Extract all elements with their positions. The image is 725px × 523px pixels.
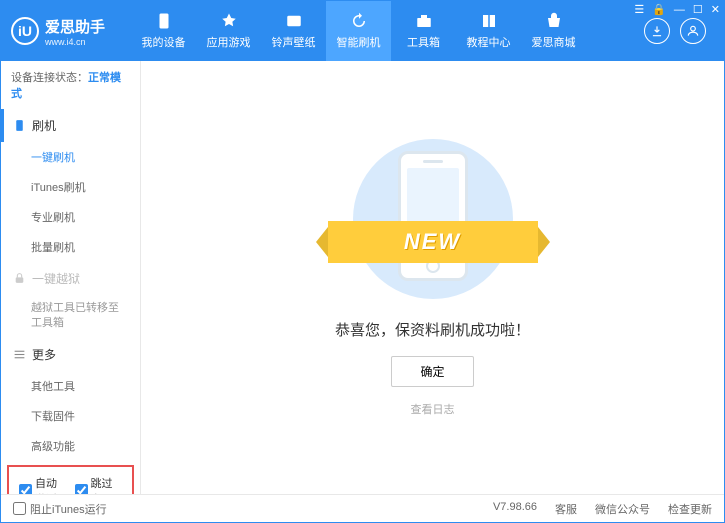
block-itunes-checkbox[interactable]: 阻止iTunes运行 bbox=[13, 501, 107, 517]
sidebar: 设备连接状态：正常模式 刷机 一键刷机 iTunes刷机 专业刷机 批量刷机 一… bbox=[1, 61, 141, 494]
nav-label: 我的设备 bbox=[142, 34, 186, 50]
auto-activate-checkbox[interactable]: 自动激活 bbox=[19, 475, 67, 494]
group-label: 一键越狱 bbox=[32, 270, 80, 287]
logo-badge-icon: iU bbox=[11, 17, 39, 45]
sidebar-item-batch-flash[interactable]: 批量刷机 bbox=[1, 232, 140, 262]
window-controls: ☰ 🔒 — ☐ ✕ bbox=[634, 3, 720, 16]
nav-toolbox[interactable]: 工具箱 bbox=[391, 1, 456, 61]
nav-label: 智能刷机 bbox=[337, 34, 381, 50]
download-icon bbox=[650, 24, 664, 38]
wechat-link[interactable]: 微信公众号 bbox=[595, 501, 650, 517]
checkbox-label: 自动激活 bbox=[35, 475, 67, 494]
nav-label: 铃声壁纸 bbox=[272, 34, 316, 50]
auto-activate-input[interactable] bbox=[19, 484, 32, 494]
skip-guide-checkbox[interactable]: 跳过向导 bbox=[75, 475, 123, 494]
connection-status: 设备连接状态：正常模式 bbox=[1, 61, 140, 109]
phone-icon bbox=[13, 119, 26, 132]
group-label: 更多 bbox=[32, 346, 56, 363]
ribbon-text: NEW bbox=[404, 229, 461, 255]
group-label: 刷机 bbox=[32, 117, 56, 134]
download-button[interactable] bbox=[644, 18, 670, 44]
sidebar-item-download-firmware[interactable]: 下载固件 bbox=[1, 401, 140, 431]
app-window: ☰ 🔒 — ☐ ✕ iU 爱思助手 www.i4.cn 我的设备 应用游戏 铃 bbox=[0, 0, 725, 523]
sidebar-group-flash[interactable]: 刷机 bbox=[1, 109, 140, 142]
apps-icon bbox=[220, 12, 238, 30]
flash-sublist: 一键刷机 iTunes刷机 专业刷机 批量刷机 bbox=[1, 142, 140, 262]
sidebar-item-oneclick-flash[interactable]: 一键刷机 bbox=[1, 142, 140, 172]
checkbox-label: 阻止iTunes运行 bbox=[30, 501, 107, 517]
view-log-link[interactable]: 查看日志 bbox=[411, 401, 455, 417]
titlebar: iU 爱思助手 www.i4.cn 我的设备 应用游戏 铃声壁纸 智能刷机 bbox=[1, 1, 724, 61]
toolbox-icon bbox=[415, 12, 433, 30]
success-illustration: NEW bbox=[333, 139, 533, 299]
sidebar-item-advanced[interactable]: 高级功能 bbox=[1, 431, 140, 461]
nav-my-device[interactable]: 我的设备 bbox=[131, 1, 196, 61]
minimize-button[interactable]: — bbox=[674, 4, 685, 16]
sidebar-item-pro-flash[interactable]: 专业刷机 bbox=[1, 202, 140, 232]
top-nav: 我的设备 应用游戏 铃声壁纸 智能刷机 工具箱 教程中心 bbox=[131, 1, 644, 61]
version-label: V7.98.66 bbox=[493, 501, 537, 517]
nav-store[interactable]: 爱思商城 bbox=[521, 1, 586, 61]
options-highlight-box: 自动激活 跳过向导 bbox=[7, 465, 134, 494]
header-actions bbox=[644, 18, 706, 44]
block-itunes-input[interactable] bbox=[13, 502, 26, 515]
customer-service-link[interactable]: 客服 bbox=[555, 501, 577, 517]
sidebar-item-other-tools[interactable]: 其他工具 bbox=[1, 371, 140, 401]
sidebar-item-itunes-flash[interactable]: iTunes刷机 bbox=[1, 172, 140, 202]
lock-icon bbox=[13, 272, 26, 285]
lock-icon[interactable]: 🔒 bbox=[652, 3, 666, 16]
skip-guide-input[interactable] bbox=[75, 484, 88, 494]
checkbox-label: 跳过向导 bbox=[91, 475, 123, 494]
more-icon bbox=[13, 348, 26, 361]
new-ribbon: NEW bbox=[328, 221, 538, 263]
main-content: NEW 恭喜您，保资料刷机成功啦！ 确定 查看日志 bbox=[141, 61, 724, 494]
sidebar-group-jailbreak[interactable]: 一键越狱 bbox=[1, 262, 140, 295]
success-message: 恭喜您，保资料刷机成功啦！ bbox=[335, 319, 530, 340]
app-logo: iU 爱思助手 www.i4.cn bbox=[11, 16, 131, 47]
app-url: www.i4.cn bbox=[45, 37, 105, 47]
nav-smart-flash[interactable]: 智能刷机 bbox=[326, 1, 391, 61]
user-icon bbox=[686, 24, 700, 38]
nav-label: 应用游戏 bbox=[207, 34, 251, 50]
nav-apps-games[interactable]: 应用游戏 bbox=[196, 1, 261, 61]
maximize-button[interactable]: ☐ bbox=[693, 3, 703, 16]
sidebar-group-more[interactable]: 更多 bbox=[1, 338, 140, 371]
device-icon bbox=[155, 12, 173, 30]
more-sublist: 其他工具 下载固件 高级功能 bbox=[1, 371, 140, 461]
wallpaper-icon bbox=[285, 12, 303, 30]
book-icon bbox=[480, 12, 498, 30]
menu-icon[interactable]: ☰ bbox=[634, 3, 644, 16]
close-button[interactable]: ✕ bbox=[711, 3, 720, 16]
content-body: 设备连接状态：正常模式 刷机 一键刷机 iTunes刷机 专业刷机 批量刷机 一… bbox=[1, 61, 724, 494]
refresh-icon bbox=[350, 12, 368, 30]
footer: 阻止iTunes运行 V7.98.66 客服 微信公众号 检查更新 bbox=[1, 494, 724, 522]
nav-label: 教程中心 bbox=[467, 34, 511, 50]
check-update-link[interactable]: 检查更新 bbox=[668, 501, 712, 517]
jailbreak-note: 越狱工具已转移至工具箱 bbox=[1, 295, 140, 338]
nav-tutorials[interactable]: 教程中心 bbox=[456, 1, 521, 61]
nav-ringtones[interactable]: 铃声壁纸 bbox=[261, 1, 326, 61]
app-title: 爱思助手 bbox=[45, 16, 105, 37]
status-label: 设备连接状态： bbox=[11, 72, 88, 84]
ok-button[interactable]: 确定 bbox=[391, 356, 473, 387]
nav-label: 工具箱 bbox=[407, 34, 440, 50]
user-button[interactable] bbox=[680, 18, 706, 44]
footer-right: V7.98.66 客服 微信公众号 检查更新 bbox=[493, 501, 712, 517]
nav-label: 爱思商城 bbox=[532, 34, 576, 50]
store-icon bbox=[545, 12, 563, 30]
